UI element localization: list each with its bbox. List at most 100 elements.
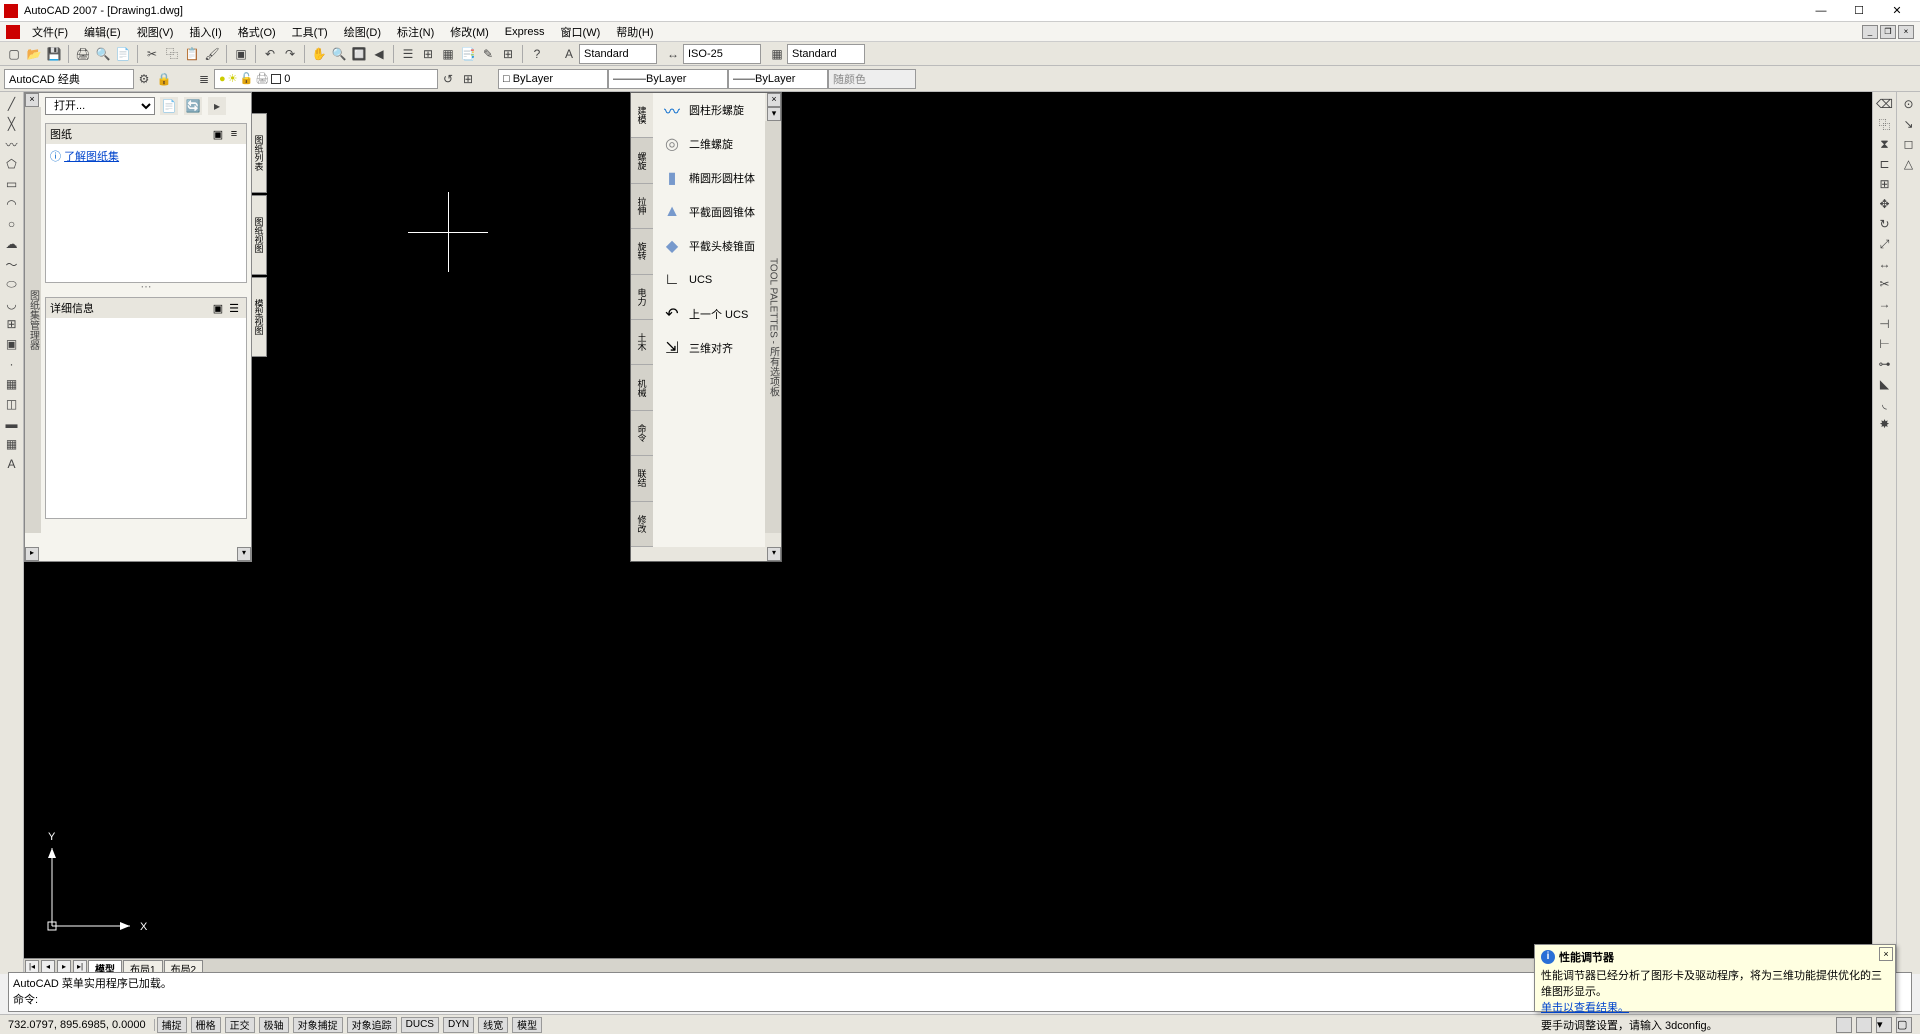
tp-tab-modeling[interactable]: 建模 bbox=[631, 93, 653, 138]
zoom-previous-button[interactable]: ◀ bbox=[370, 45, 388, 63]
menu-edit[interactable]: 编辑(E) bbox=[76, 22, 129, 41]
mdi-minimize-button[interactable]: _ bbox=[1862, 25, 1878, 39]
polyline-tool[interactable]: 〰 bbox=[2, 135, 22, 153]
gradient-tool[interactable]: ◫ bbox=[2, 395, 22, 413]
ellipse-arc-tool[interactable]: ◡ bbox=[2, 295, 22, 313]
color-combo[interactable]: □ ByLayer bbox=[498, 69, 608, 89]
trim-tool[interactable]: ✂ bbox=[1875, 275, 1895, 293]
circle-tool[interactable]: ○ bbox=[2, 215, 22, 233]
mtext-tool[interactable]: A bbox=[2, 455, 22, 473]
snap-from-button[interactable]: ↘ bbox=[1899, 115, 1919, 133]
tp-tab-mech[interactable]: 机械 bbox=[631, 365, 653, 410]
tp-item-cyl-helix[interactable]: 〰圆柱形螺旋 bbox=[653, 93, 765, 127]
sheetset-close-button[interactable]: × bbox=[25, 93, 39, 107]
minimize-button[interactable]: — bbox=[1802, 2, 1840, 20]
tp-tab-command[interactable]: 命令 bbox=[631, 411, 653, 456]
join-tool[interactable]: ⊶ bbox=[1875, 355, 1895, 373]
sheetset-view-button[interactable]: ▣ bbox=[211, 127, 225, 141]
sheetset-open-combo[interactable]: 打开... bbox=[45, 97, 155, 115]
explode-tool[interactable]: ✸ bbox=[1875, 415, 1895, 433]
fillet-tool[interactable]: ◟ bbox=[1875, 395, 1895, 413]
menu-tools[interactable]: 工具(T) bbox=[284, 22, 336, 41]
sheetset-button[interactable]: 📑 bbox=[459, 45, 477, 63]
tp-tab-connect[interactable]: 联结 bbox=[631, 456, 653, 501]
pan-button[interactable]: ✋ bbox=[310, 45, 328, 63]
ellipse-tool[interactable]: ⬭ bbox=[2, 275, 22, 293]
layer-manager-button[interactable]: ≣ bbox=[195, 70, 213, 88]
make-block-tool[interactable]: ▣ bbox=[2, 335, 22, 353]
menu-draw[interactable]: 绘图(D) bbox=[336, 22, 389, 41]
coordinates-display[interactable]: 732.0797, 895.6985, 0.0000 bbox=[0, 1019, 155, 1031]
move-tool[interactable]: ✥ bbox=[1875, 195, 1895, 213]
tp-item-3dalign[interactable]: ⇲三维对齐 bbox=[653, 331, 765, 365]
zoom-realtime-button[interactable]: 🔍 bbox=[330, 45, 348, 63]
tp-item-frustum-pyramid[interactable]: ◆平截头棱锥面 bbox=[653, 229, 765, 263]
qnew-button[interactable]: ▢ bbox=[5, 45, 23, 63]
sheetset-props-button[interactable]: ▾ bbox=[237, 547, 251, 561]
publish-button[interactable]: 📄 bbox=[114, 45, 132, 63]
sheetset-refresh-button[interactable]: 🔄 bbox=[184, 97, 202, 115]
undo-button[interactable]: ↶ bbox=[261, 45, 279, 63]
tp-tab-revolve[interactable]: 旋转 bbox=[631, 229, 653, 274]
tp-tab-helix[interactable]: 螺旋 bbox=[631, 138, 653, 183]
tool-palettes-button[interactable]: ▦ bbox=[439, 45, 457, 63]
clean-screen-icon[interactable]: ▢ bbox=[1896, 1017, 1912, 1033]
my-workspace-button[interactable]: 🔒 bbox=[155, 70, 173, 88]
text-style-combo[interactable]: Standard bbox=[579, 44, 657, 64]
mirror-tool[interactable]: ⧗ bbox=[1875, 135, 1895, 153]
splitter-grip-icon[interactable]: ⋯ bbox=[141, 280, 152, 293]
cut-button[interactable]: ✂ bbox=[143, 45, 161, 63]
tool-palettes-panel[interactable]: × ▾ 建模 螺旋 拉伸 旋转 电力 土木 机械 命令 联结 修改 〰圆柱形螺旋… bbox=[630, 92, 782, 562]
lineweight-combo[interactable]: —— ByLayer bbox=[728, 69, 828, 89]
mdi-restore-button[interactable]: ❐ bbox=[1880, 25, 1896, 39]
sheetset-sheets-body[interactable]: ⓘ 了解图纸集 bbox=[46, 144, 246, 282]
revcloud-tool[interactable]: ☁ bbox=[2, 235, 22, 253]
dim-style-combo[interactable]: ISO-25 bbox=[683, 44, 761, 64]
arc-tool[interactable]: ◠ bbox=[2, 195, 22, 213]
insert-block-tool[interactable]: ⊞ bbox=[2, 315, 22, 333]
sheetset-details-body[interactable] bbox=[46, 318, 246, 518]
scale-tool[interactable]: ⤢ bbox=[1875, 235, 1895, 253]
menu-modify[interactable]: 修改(M) bbox=[442, 22, 497, 41]
dyn-toggle[interactable]: DYN bbox=[443, 1017, 474, 1033]
array-tool[interactable]: ⊞ bbox=[1875, 175, 1895, 193]
sheetset-manager-palette[interactable]: × 图纸集管理器 打开... 📄 🔄 ▸ 图纸 ▣ ≡ bbox=[24, 92, 252, 562]
otrack-toggle[interactable]: 对象追踪 bbox=[347, 1017, 397, 1033]
sheetset-list-button[interactable]: ≡ bbox=[227, 127, 241, 141]
snap-toggle[interactable]: 捕捉 bbox=[157, 1017, 187, 1033]
sheetset-palette-title[interactable]: 图纸集管理器 bbox=[25, 107, 41, 533]
menu-view[interactable]: 视图(V) bbox=[129, 22, 182, 41]
balloon-close-button[interactable]: × bbox=[1879, 947, 1893, 961]
tool-palettes-props-button[interactable]: ▾ bbox=[767, 107, 781, 121]
erase-tool[interactable]: ⌫ bbox=[1875, 95, 1895, 113]
xline-tool[interactable]: ╳ bbox=[2, 115, 22, 133]
workspace-settings-button[interactable]: ⚙ bbox=[135, 70, 153, 88]
tp-item-ell-cylinder[interactable]: ▮椭圆形圆柱体 bbox=[653, 161, 765, 195]
layer-previous-button[interactable]: ↺ bbox=[439, 70, 457, 88]
rotate-tool[interactable]: ↻ bbox=[1875, 215, 1895, 233]
extend-tool[interactable]: → bbox=[1875, 295, 1895, 313]
lwt-toggle[interactable]: 线宽 bbox=[478, 1017, 508, 1033]
point-tool[interactable]: · bbox=[2, 355, 22, 373]
properties-button[interactable]: ☰ bbox=[399, 45, 417, 63]
sheetset-new-button[interactable]: 📄 bbox=[160, 97, 178, 115]
balloon-view-results-link[interactable]: 单击以查看结果。 bbox=[1541, 1002, 1629, 1014]
zoom-window-button[interactable]: 🔲 bbox=[350, 45, 368, 63]
stretch-tool[interactable]: ↔ bbox=[1875, 255, 1895, 273]
menu-file[interactable]: 文件(F) bbox=[24, 22, 76, 41]
tool-palettes-close-button[interactable]: × bbox=[767, 93, 781, 107]
break-tool[interactable]: ⊢ bbox=[1875, 335, 1895, 353]
design-center-button[interactable]: ⊞ bbox=[419, 45, 437, 63]
snap-mid-button[interactable]: △ bbox=[1899, 155, 1919, 173]
break-at-point-tool[interactable]: ⊣ bbox=[1875, 315, 1895, 333]
plot-button[interactable]: 🖨 bbox=[74, 45, 92, 63]
tp-tab-modify[interactable]: 修改 bbox=[631, 502, 653, 547]
plot-preview-button[interactable]: 🔍 bbox=[94, 45, 112, 63]
rectangle-tool[interactable]: ▭ bbox=[2, 175, 22, 193]
sheetset-publish-button[interactable]: ▸ bbox=[208, 97, 226, 115]
table-tool[interactable]: ▦ bbox=[2, 435, 22, 453]
sheetset-tab-list[interactable]: 图纸列表 bbox=[251, 113, 267, 193]
drawing-canvas[interactable]: × 图纸集管理器 打开... 📄 🔄 ▸ 图纸 ▣ ≡ bbox=[24, 92, 1872, 974]
tp-tab-extrude[interactable]: 拉伸 bbox=[631, 184, 653, 229]
offset-tool[interactable]: ⊏ bbox=[1875, 155, 1895, 173]
